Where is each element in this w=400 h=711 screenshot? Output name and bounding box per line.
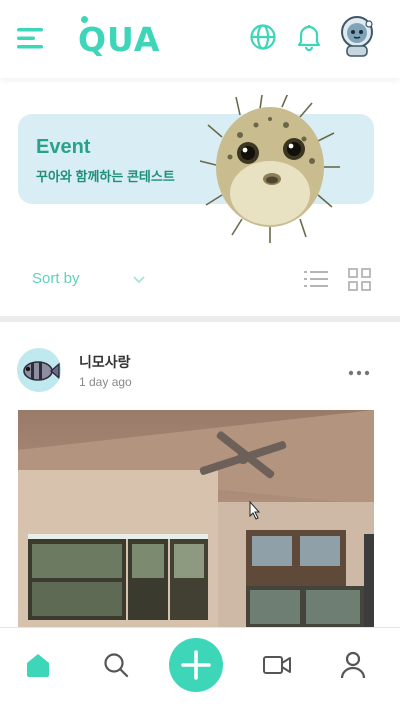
nav-profile-button[interactable] <box>340 651 366 679</box>
nav-add-button[interactable] <box>169 638 223 692</box>
sort-toolbar: Sort by <box>0 258 400 302</box>
post-author-avatar[interactable] <box>17 348 61 392</box>
logo-text: QUA <box>78 20 161 59</box>
top-app-bar: QUA <box>0 0 400 78</box>
fish-avatar <box>17 348 61 392</box>
hamburger-menu-icon <box>17 28 43 49</box>
app-logo[interactable]: QUA <box>78 14 168 60</box>
plus-icon <box>181 650 211 680</box>
grid-view-icon[interactable] <box>348 268 371 291</box>
search-icon <box>104 653 129 678</box>
globe-icon <box>250 24 276 50</box>
nav-home-button[interactable] <box>25 652 51 678</box>
menu-button[interactable] <box>17 26 45 50</box>
pufferfish-illustration <box>200 95 340 243</box>
language-button[interactable] <box>249 23 277 51</box>
nav-video-button[interactable] <box>263 654 291 676</box>
banner-subtitle: 꾸아와 함께하는 콘테스트 <box>36 169 175 184</box>
home-icon <box>27 654 49 677</box>
banner-title: Event <box>36 136 91 158</box>
list-view-icon[interactable] <box>304 269 328 289</box>
post-timestamp: 1 day ago <box>79 375 132 389</box>
section-divider <box>0 316 400 322</box>
user-avatar[interactable] <box>338 15 376 57</box>
person-icon <box>340 651 366 679</box>
bottom-navigation <box>0 627 400 711</box>
nav-search-button[interactable] <box>103 652 129 678</box>
chevron-down-icon[interactable] <box>132 274 146 284</box>
notifications-button[interactable] <box>296 23 322 52</box>
astronaut-cat-avatar <box>341 16 373 57</box>
sort-by-dropdown[interactable]: Sort by <box>32 270 80 287</box>
video-camera-icon <box>263 656 291 674</box>
bell-icon <box>297 25 321 52</box>
post-photo[interactable] <box>18 410 374 628</box>
more-dots-icon[interactable] <box>348 369 370 377</box>
post-author-name[interactable]: 니모사랑 <box>79 352 131 372</box>
aquarium-room-photo <box>18 410 374 628</box>
